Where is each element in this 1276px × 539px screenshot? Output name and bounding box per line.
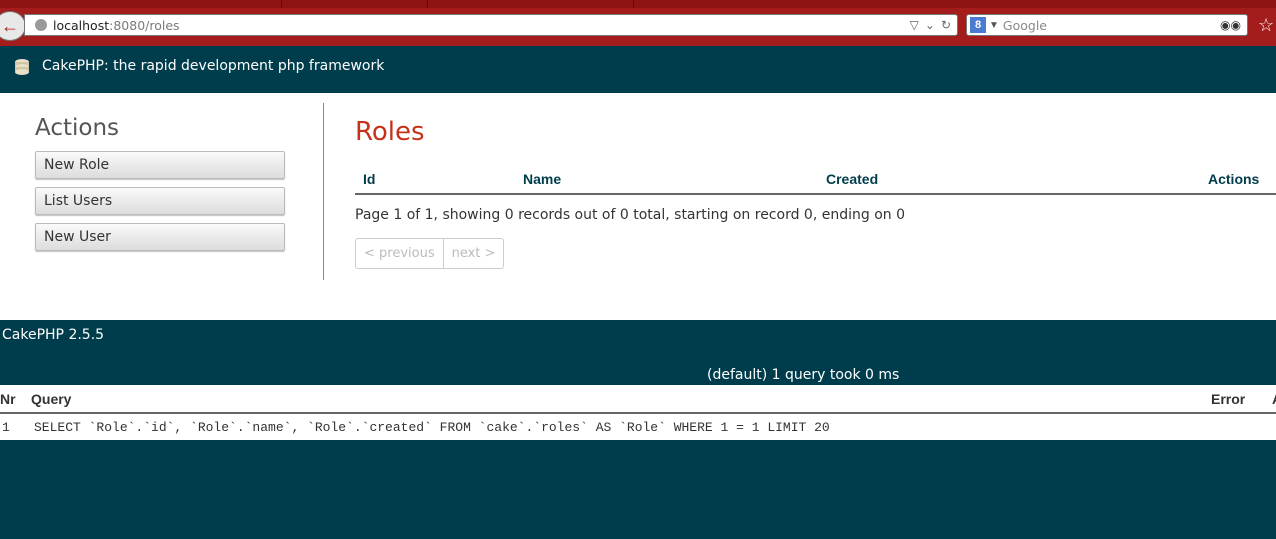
site-title[interactable]: CakePHP: the rapid development php frame…	[42, 58, 384, 74]
tab-strip	[0, 0, 1276, 8]
reload-icon[interactable]: ↻	[941, 18, 951, 32]
new-user-button[interactable]: New User	[35, 223, 285, 251]
actions-sidebar: Actions New Role List Users New User	[35, 115, 287, 259]
column-actions: Actions	[1208, 171, 1260, 187]
actions-heading: Actions	[35, 115, 120, 141]
sql-column-query: Query	[31, 391, 72, 407]
url-bar[interactable]: localhost:8080/roles ▽ ⌄ ↻	[24, 14, 958, 36]
url-path: :8080/roles	[109, 17, 180, 33]
column-created[interactable]: Created	[826, 171, 878, 187]
dropdown-icon[interactable]: ⌄	[925, 18, 935, 32]
back-arrow-icon: ←	[1, 16, 19, 36]
new-role-button[interactable]: New Role	[35, 151, 285, 179]
sql-log-caption-text: (default) 1 query took 0 ms	[707, 367, 900, 383]
roles-index: Roles Id Name Created Actions Page 1 of …	[355, 117, 1276, 269]
sql-column-error: Error	[1211, 391, 1246, 407]
list-users-button[interactable]: List Users	[35, 187, 285, 215]
sql-row-nr: 1	[2, 420, 10, 435]
browser-tab[interactable]	[428, 0, 634, 8]
bookmark-star-icon[interactable]: ☆	[1258, 14, 1274, 36]
sql-log-header: Nr Query Error A	[0, 385, 1276, 414]
pocket-icon[interactable]: ▽	[910, 18, 919, 32]
cake-logo-icon	[15, 59, 29, 75]
url-host: localhost	[53, 17, 110, 33]
back-button[interactable]: ←	[0, 11, 26, 41]
browser-chrome: ← localhost:8080/roles ▽ ⌄ ↻ 8 ▼ Google …	[0, 0, 1276, 46]
content-area: Actions New Role List Users New User Rol…	[0, 93, 1276, 320]
browser-tab[interactable]	[282, 0, 428, 8]
sql-column-nr: Nr	[0, 391, 16, 407]
next-button[interactable]: next >	[443, 238, 505, 269]
search-bar[interactable]: 8 ▼ Google ◉◉	[966, 14, 1248, 36]
pagination: < previous next >	[355, 238, 505, 269]
search-placeholder: Google	[1002, 17, 1047, 33]
sidebar-divider	[323, 103, 324, 280]
table-header: Id Name Created Actions	[355, 169, 1276, 195]
column-name[interactable]: Name	[523, 171, 561, 187]
site-identity-icon[interactable]	[35, 19, 47, 31]
previous-button[interactable]: < previous	[355, 238, 444, 269]
search-engine-icon[interactable]: 8	[970, 17, 986, 33]
sql-row-query: SELECT `Role`.`id`, `Role`.`name`, `Role…	[34, 420, 830, 435]
search-engine-dropdown-icon[interactable]: ▼	[989, 20, 999, 31]
page-header: CakePHP: the rapid development php frame…	[0, 46, 1276, 93]
browser-tab[interactable]	[0, 0, 282, 8]
page-title: Roles	[355, 117, 425, 147]
paging-summary: Page 1 of 1, showing 0 records out of 0 …	[355, 207, 905, 223]
cakephp-version-link[interactable]: CakePHP 2.5.5	[2, 327, 104, 343]
sql-column-affected: A	[1272, 391, 1276, 407]
sql-log-caption: (default) 1 query took 0 ms	[0, 367, 1276, 385]
binoculars-icon[interactable]: ◉◉	[1220, 18, 1241, 32]
column-id[interactable]: Id	[363, 171, 375, 187]
sql-log-table: Nr Query Error A 1 SELECT `Role`.`id`, `…	[0, 385, 1276, 440]
